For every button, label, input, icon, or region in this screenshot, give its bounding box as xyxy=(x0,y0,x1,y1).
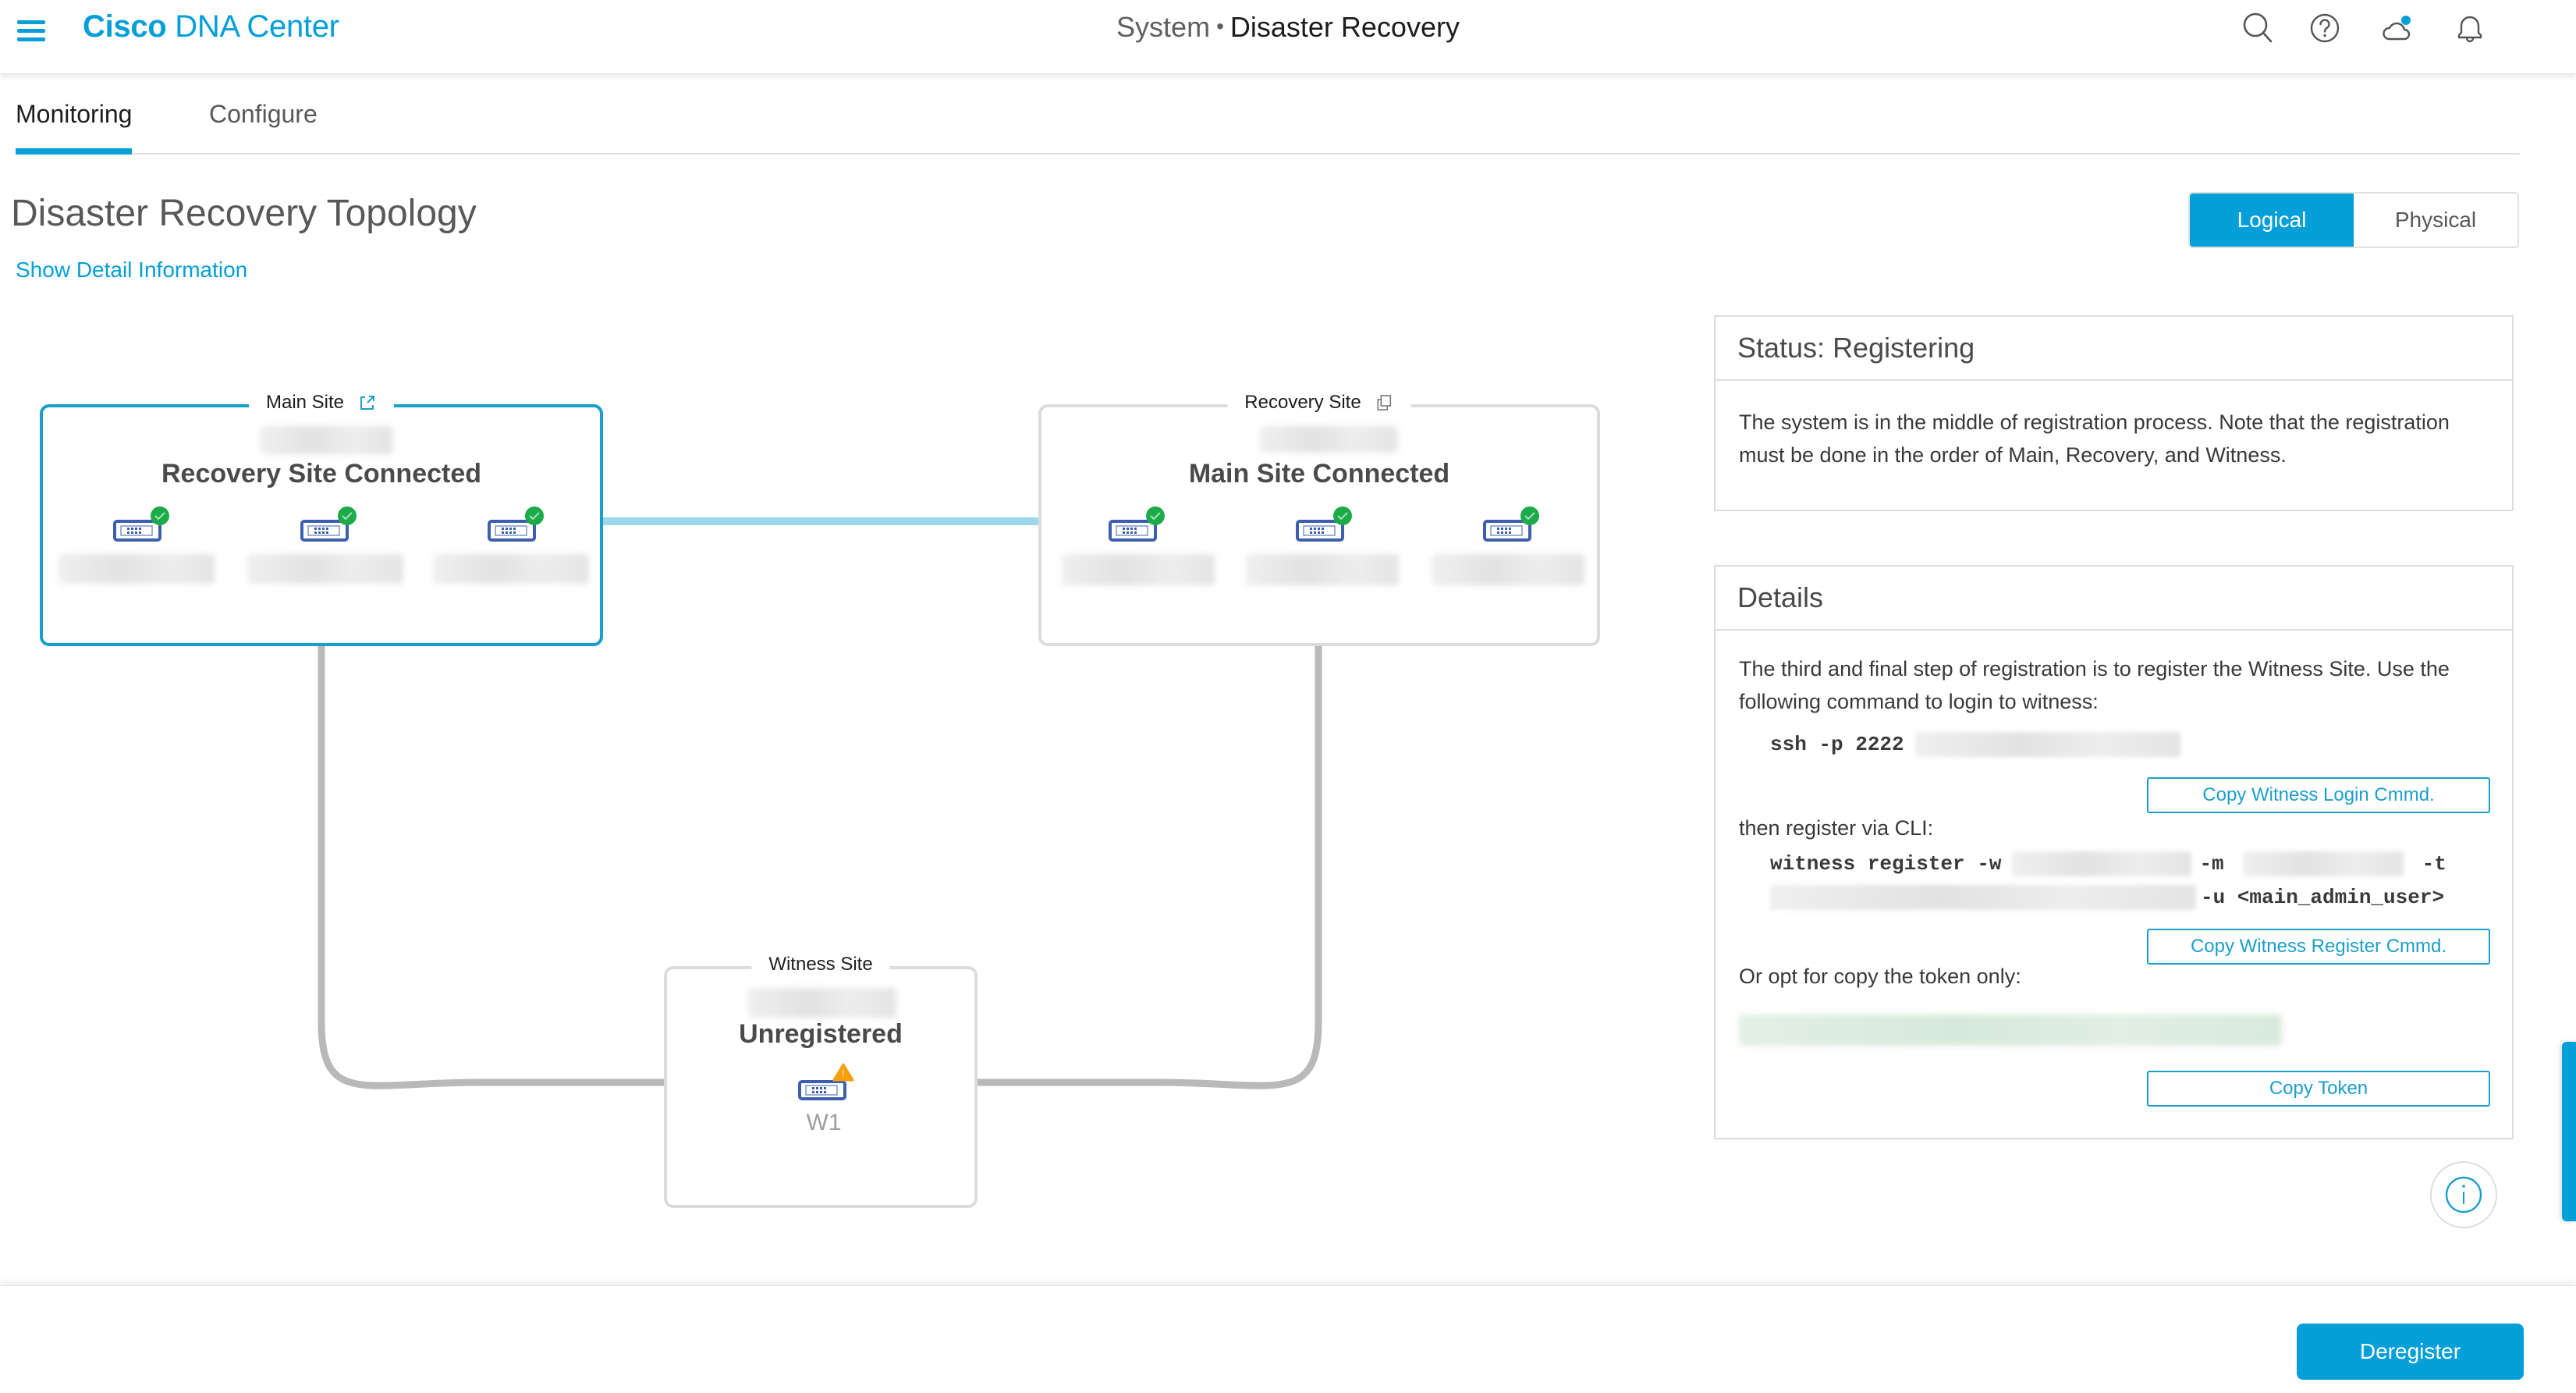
info-icon xyxy=(2445,1176,2482,1214)
search-icon[interactable] xyxy=(2239,9,2276,47)
ssh-command: ssh -p 2222 xyxy=(1770,733,1904,756)
main-site-name: Main Site xyxy=(265,392,345,413)
main-site-ip-redacted xyxy=(260,426,392,454)
cloud-icon[interactable] xyxy=(2379,9,2417,47)
recovery-site-card[interactable]: Recovery Site Main Site Connected xyxy=(1038,392,1600,646)
witness-site-card[interactable]: Witness Site Unregistered W1 xyxy=(664,954,978,1208)
link-main-witness-curve xyxy=(318,646,664,1089)
recovery-node-3[interactable] xyxy=(1477,503,1547,549)
link-main-witness xyxy=(321,646,437,1099)
register-intro: then register via CLI: xyxy=(1739,816,1934,840)
bell-icon[interactable] xyxy=(2451,9,2489,47)
external-link-icon[interactable] xyxy=(358,393,377,412)
main-node-2[interactable] xyxy=(294,503,364,549)
details-intro: The third and final step of registration… xyxy=(1739,657,2450,713)
witness-ip-redacted xyxy=(2012,851,2192,876)
main-node-1-label-redacted xyxy=(59,554,215,584)
register-flag-t: -t xyxy=(2422,852,2446,876)
recovery-site-ip-redacted xyxy=(1260,426,1397,453)
details-title: Details xyxy=(1716,567,2512,631)
main-ip-redacted xyxy=(2242,851,2404,876)
register-command: witness register -w xyxy=(1770,852,2002,876)
tab-bar: Monitoring Configure xyxy=(16,92,2520,155)
device-ok-icon xyxy=(1296,506,1352,542)
recovery-node-2[interactable] xyxy=(1290,503,1360,549)
side-panel-handle[interactable] xyxy=(2562,1042,2576,1221)
witness-node-w1[interactable] xyxy=(792,1061,862,1108)
main-node-1[interactable] xyxy=(107,503,177,549)
main-node-3-label-redacted xyxy=(433,554,589,584)
page-title: Disaster Recovery Topology xyxy=(11,193,477,234)
token-value-redacted[interactable] xyxy=(1739,1015,2282,1046)
recovery-site-status: Main Site Connected xyxy=(1188,459,1450,489)
device-warning-icon xyxy=(798,1063,854,1100)
witness-site-legend: Witness Site xyxy=(751,954,890,975)
help-icon[interactable] xyxy=(2306,9,2344,47)
status-card: Status: Registering The system is in the… xyxy=(1714,315,2514,511)
footer-bar: Deregister xyxy=(0,1285,2576,1393)
ssh-host-redacted xyxy=(1914,732,2180,757)
breadcrumb-separator: • xyxy=(1216,14,1224,38)
status-description: The system is in the middle of registrat… xyxy=(1739,410,2450,467)
main-node-3[interactable] xyxy=(481,503,552,549)
view-toggle: Logical Physical xyxy=(2188,192,2519,248)
tab-configure[interactable]: Configure xyxy=(209,100,318,153)
recovery-site-legend: Recovery Site xyxy=(1227,392,1411,414)
device-ok-icon xyxy=(113,506,169,542)
cloud-notification-badge xyxy=(2401,16,2411,25)
breadcrumb: System • Disaster Recovery xyxy=(0,11,2576,44)
recovery-node-2-label-redacted xyxy=(1246,554,1399,585)
copy-witness-register-button[interactable]: Copy Witness Register Cmmd. xyxy=(2147,929,2490,965)
copy-witness-login-button[interactable]: Copy Witness Login Cmmd. xyxy=(2147,777,2490,813)
breadcrumb-current: Disaster Recovery xyxy=(1229,11,1460,43)
top-header: Cisco DNA Center System • Disaster Recover… xyxy=(0,0,2576,74)
ssh-command-line: ssh -p 2222 xyxy=(1770,732,2180,757)
physical-view-button[interactable]: Physical xyxy=(2354,194,2517,247)
link-recovery-witness-curve xyxy=(978,646,1322,1089)
info-button[interactable] xyxy=(2430,1161,2497,1228)
witness-site-name: Witness Site xyxy=(768,954,873,975)
main-site-status: Recovery Site Connected xyxy=(161,459,482,489)
token-intro: Or opt for copy the token only: xyxy=(1739,965,2021,988)
main-node-2-label-redacted xyxy=(247,554,403,584)
device-ok-icon xyxy=(488,506,544,542)
copy-token-button[interactable]: Copy Token xyxy=(2147,1071,2490,1107)
device-ok-icon xyxy=(300,506,357,542)
recovery-node-3-label-redacted xyxy=(1432,554,1584,585)
witness-site-status: Unregistered xyxy=(739,1019,903,1049)
register-flag-m: -m xyxy=(2199,852,2224,876)
tab-monitoring[interactable]: Monitoring xyxy=(16,100,133,155)
deregister-button[interactable]: Deregister xyxy=(2297,1324,2524,1380)
topology-canvas: Main Site Recovery Site Connected Recove… xyxy=(0,297,1677,1256)
register-command-line-2: -u <main_admin_user> xyxy=(1770,885,2444,910)
show-detail-information-link[interactable]: Show Detail Information xyxy=(16,258,247,283)
token-redacted xyxy=(1770,885,2196,910)
copy-icon[interactable] xyxy=(1375,393,1394,412)
device-ok-icon xyxy=(1109,506,1165,542)
main-site-card[interactable]: Main Site Recovery Site Connected xyxy=(40,392,603,646)
device-ok-icon xyxy=(1483,506,1539,542)
status-title: Status: Registering xyxy=(1716,317,2512,381)
recovery-node-1-label-redacted xyxy=(1062,554,1215,585)
register-command-line-1: witness register -w -m -t xyxy=(1770,851,2446,876)
main-site-legend: Main Site xyxy=(248,392,395,414)
breadcrumb-parent[interactable]: System xyxy=(1116,11,1210,43)
register-flag-u: -u <main_admin_user> xyxy=(2201,886,2445,909)
details-card: Details The third and final step of regi… xyxy=(1714,565,2514,1139)
link-main-witness-path xyxy=(321,646,468,1114)
logical-view-button[interactable]: Logical xyxy=(2190,194,2354,247)
witness-site-ip-redacted xyxy=(748,988,896,1018)
recovery-site-name: Recovery Site xyxy=(1244,392,1361,413)
witness-node-label: W1 xyxy=(806,1110,842,1135)
recovery-node-1[interactable] xyxy=(1102,503,1173,549)
